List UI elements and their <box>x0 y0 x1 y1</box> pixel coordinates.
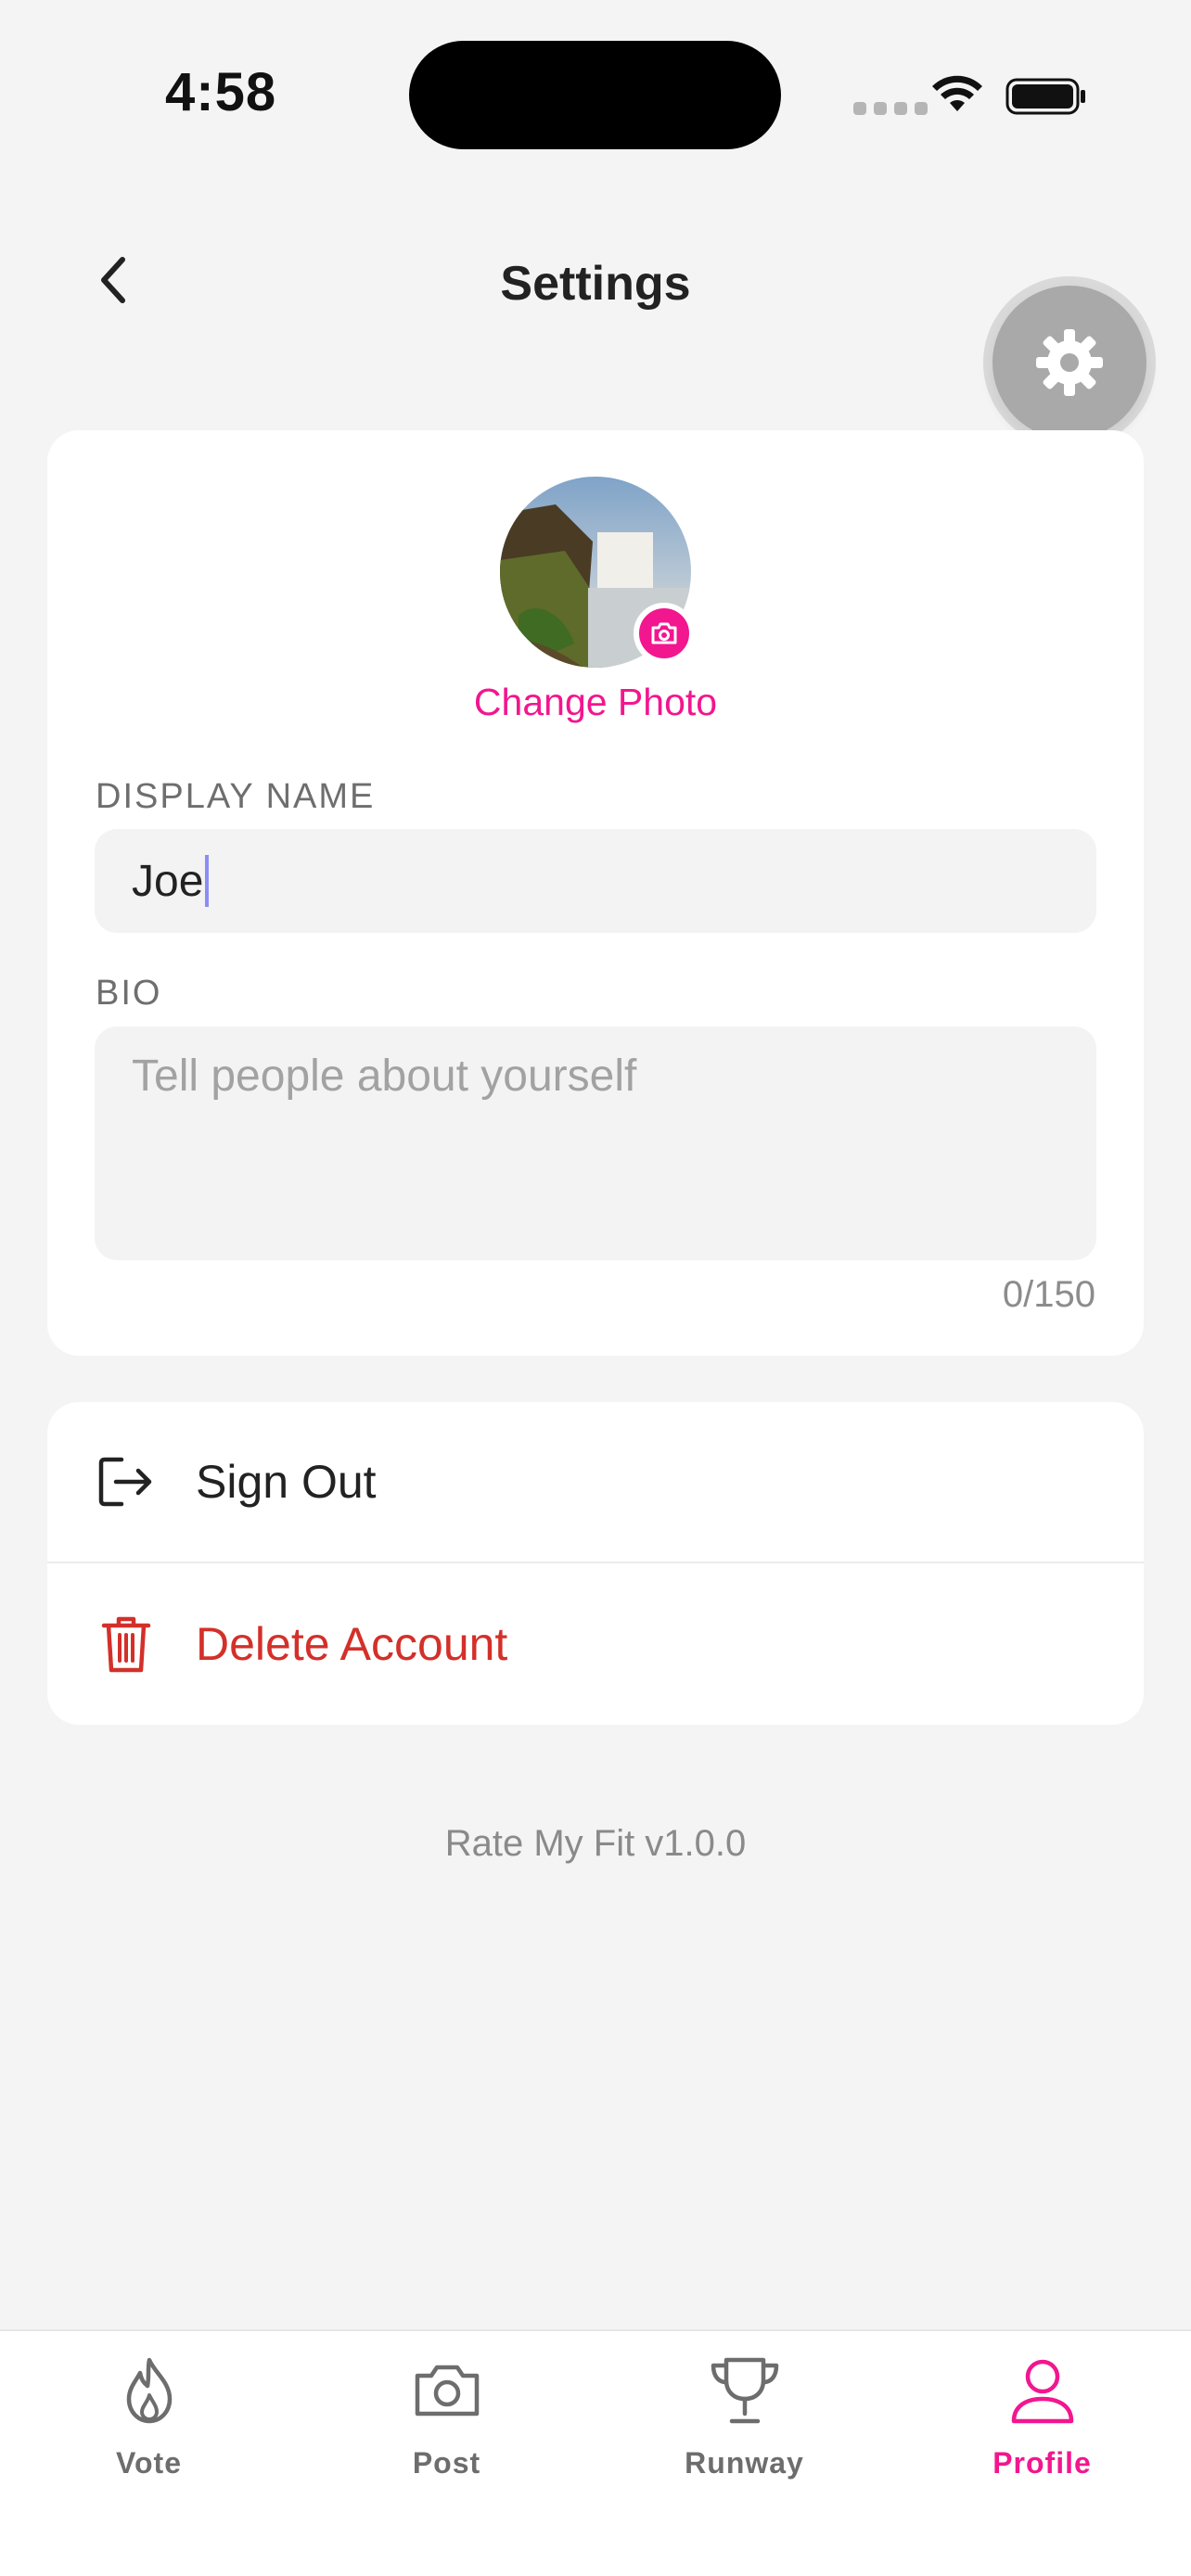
change-photo-link[interactable]: Change Photo <box>47 681 1144 724</box>
display-name-label: DISPLAY NAME <box>96 777 376 816</box>
change-photo-camera-button[interactable] <box>634 603 695 664</box>
trash-icon <box>94 1612 159 1677</box>
camera-icon <box>415 2365 479 2417</box>
tab-bar: Vote Post Runway Profile <box>0 2329 1191 2576</box>
tab-vote-label: Vote <box>116 2446 182 2480</box>
text-caret <box>205 855 210 907</box>
bio-placeholder: Tell people about yourself <box>132 1052 637 1101</box>
account-actions-card: Sign Out Delete Account <box>47 1402 1144 1725</box>
wifi-icon <box>932 75 982 111</box>
battery-icon <box>1005 78 1085 115</box>
tab-runway-label: Runway <box>685 2446 804 2480</box>
bio-label: BIO <box>96 974 162 1013</box>
tab-vote[interactable]: Vote <box>0 2331 298 2517</box>
sign-out-icon <box>94 1449 159 1514</box>
camera-icon <box>651 622 677 644</box>
profile-card: Change Photo DISPLAY NAME Joe BIO Tell p… <box>47 430 1144 1356</box>
display-name-value: Joe <box>132 856 204 906</box>
tab-runway[interactable]: Runway <box>596 2331 893 2517</box>
app-version: Rate My Fit v1.0.0 <box>444 1823 747 1864</box>
gear-icon <box>1036 329 1103 396</box>
bio-character-counter: 0/150 <box>1002 1274 1095 1315</box>
tab-profile-label: Profile <box>992 2446 1092 2480</box>
tab-post-label: Post <box>412 2446 481 2480</box>
person-icon <box>1011 2359 1073 2424</box>
sign-out-label: Sign Out <box>196 1456 377 1508</box>
delete-account-label: Delete Account <box>196 1618 508 1670</box>
cellular-signal-icon <box>853 102 928 115</box>
dynamic-island <box>409 41 781 149</box>
settings-screen: 4:58 Settings Change Photo DISPLAY NAME … <box>0 0 1191 2576</box>
bio-textarea[interactable]: Tell people about yourself <box>95 1027 1096 1260</box>
sign-out-button[interactable]: Sign Out <box>47 1402 1144 1563</box>
settings-fab-button[interactable] <box>992 286 1146 440</box>
trophy-icon <box>711 2357 778 2424</box>
tab-profile[interactable]: Profile <box>893 2331 1191 2517</box>
flame-icon <box>126 2357 172 2424</box>
status-time: 4:58 <box>165 62 277 122</box>
tab-post[interactable]: Post <box>298 2331 596 2517</box>
display-name-input[interactable]: Joe <box>95 829 1096 933</box>
page-title: Settings <box>500 257 691 311</box>
delete-account-button[interactable]: Delete Account <box>47 1563 1144 1725</box>
